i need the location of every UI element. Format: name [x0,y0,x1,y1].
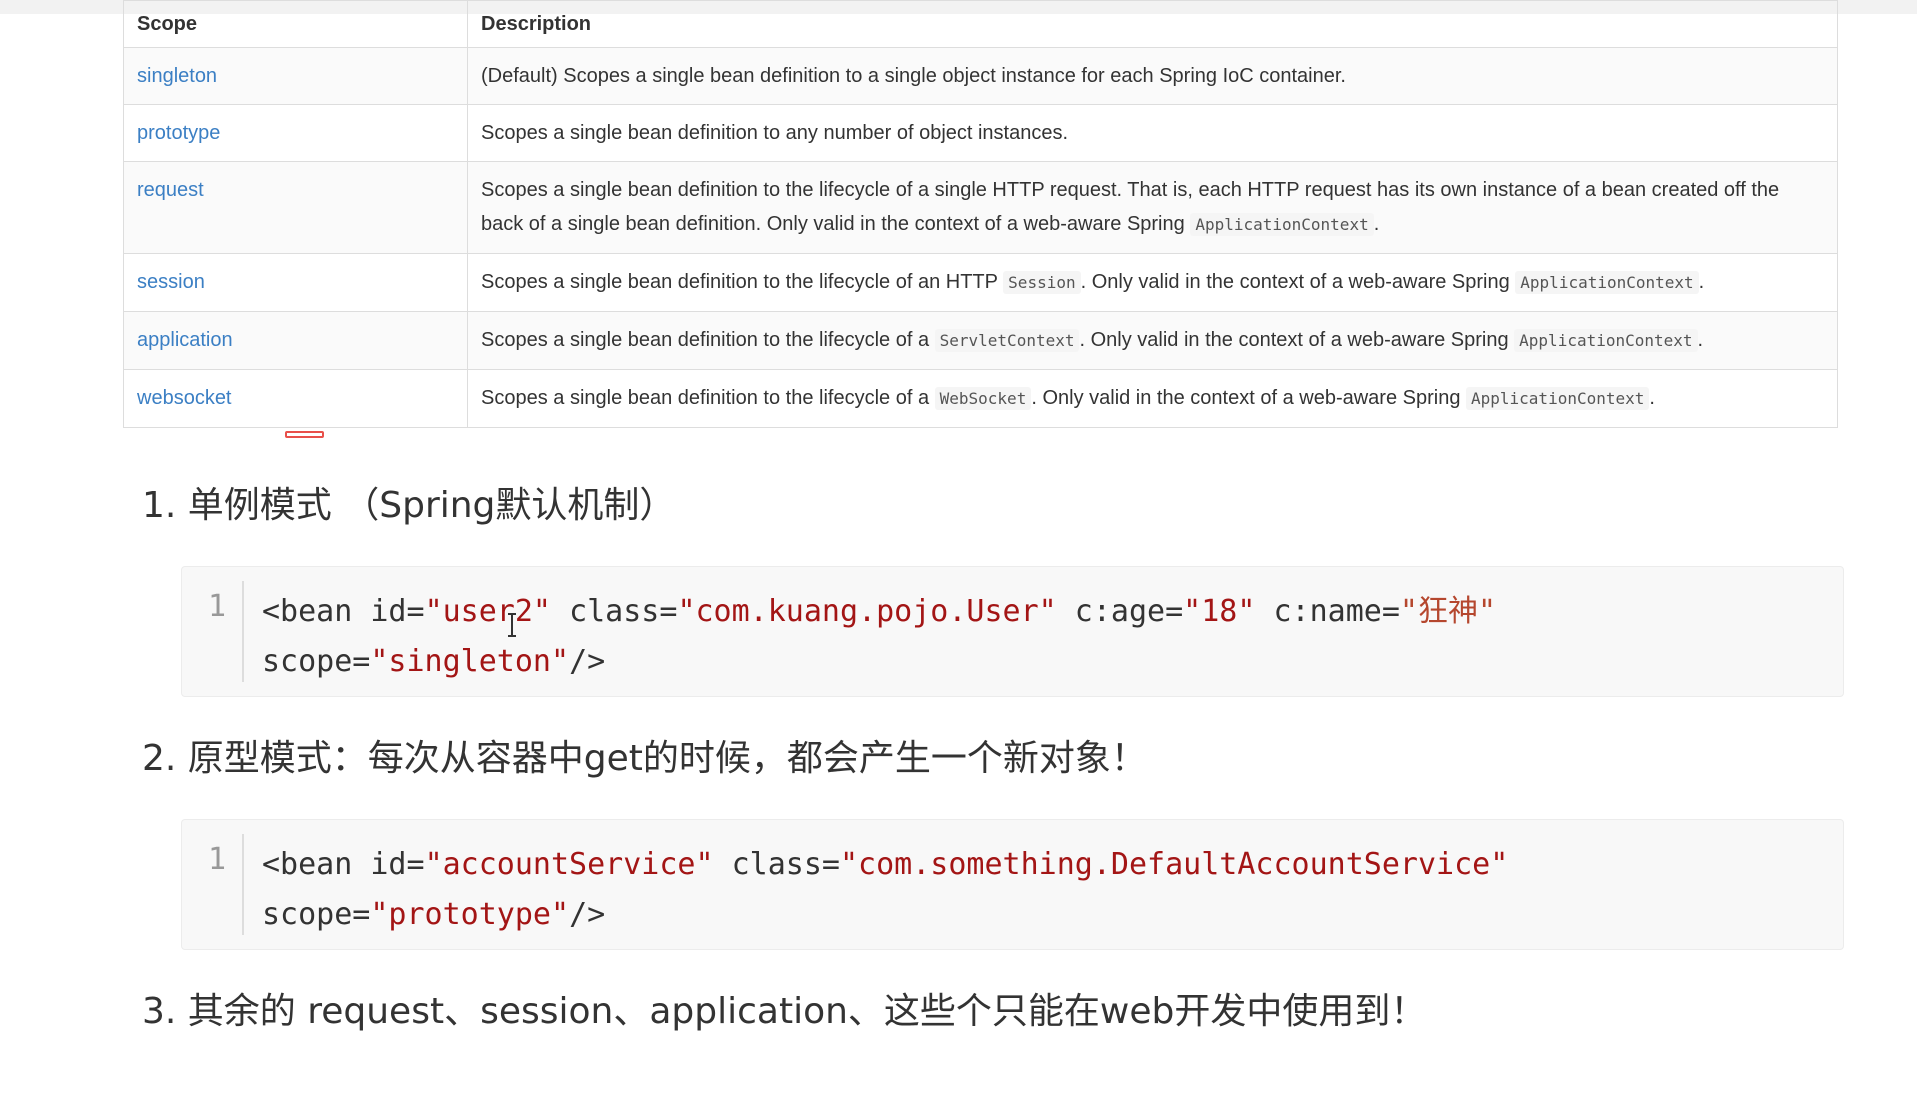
section-heading-other-scopes: 3. 其余的 request、session、application、这些个只能… [142,991,1427,1032]
inline-code: ServletContext [934,329,1080,352]
inline-code: ApplicationContext [1466,387,1650,410]
code-token: id= [370,847,425,882]
code-token: "18" [1183,594,1256,629]
code-token: /> [569,644,606,679]
table-row: prototype Scopes a single bean definition… [123,104,1838,162]
description-text: Scopes a single bean definition to the l… [481,179,1780,235]
code-block-prototype[interactable]: 1 <bean id="accountService" class="com.s… [181,819,1844,950]
code-token: class= [731,847,840,882]
description-text: . [1373,213,1380,235]
scope-description: Scopes a single bean definition to the l… [467,311,1838,370]
code-token: c:age= [1074,594,1184,629]
code-token: "prototype" [370,897,570,932]
bean-scopes-table: Scope Description singleton (Default) Sco… [123,0,1838,428]
scope-description: Scopes a single bean definition to the l… [467,369,1838,428]
scope-description: Scopes a single bean definition to the l… [467,161,1838,254]
scope-link-singleton[interactable]: singleton [123,47,468,105]
description-text: . [1649,387,1655,409]
scope-link-prototype[interactable]: prototype [123,104,468,162]
inline-code: Session [1003,271,1081,294]
section-heading-singleton: 1. 单例模式 （Spring默认机制） [142,485,676,526]
description-text: Scopes a single bean definition to the l… [481,329,935,351]
code-token: <bean [262,594,371,629]
scope-link-application[interactable]: application [123,311,468,370]
section-heading-prototype: 2. 原型模式：每次从容器中get的时候，都会产生一个新对象！ [142,738,1147,779]
table-header-row: Scope Description [123,0,1838,48]
code-text: <bean id="accountService" class="com.som… [262,840,1823,940]
code-token: "accountService" [424,847,714,882]
description-text: (Default) Scopes a single bean definitio… [481,65,1346,87]
description-text: . Only valid in the context of a web-awa… [1079,329,1515,351]
table-row: request Scopes a single bean definition t… [123,161,1838,254]
description-text: . [1698,271,1705,293]
code-token: "com.kuang.pojo.User" [677,594,1057,629]
code-token: scope= [262,644,371,679]
scope-description: (Default) Scopes a single bean definitio… [467,47,1838,105]
inline-code: WebSocket [934,387,1032,410]
table-row: session Scopes a single bean definition t… [123,253,1838,312]
header-scope: Scope [123,0,468,48]
table-row: application Scopes a single bean definiti… [123,311,1838,370]
scope-description: Scopes a single bean definition to any n… [467,104,1838,162]
description-text: Scopes a single bean definition to the l… [481,387,935,409]
description-text: . Only valid in the context of a web-awa… [1080,271,1516,293]
scope-link-websocket[interactable]: websocket [123,369,468,428]
inline-code: ApplicationContext [1190,213,1374,236]
scope-description: Scopes a single bean definition to the l… [467,253,1838,312]
code-token: class= [569,594,678,629]
code-token: /> [569,897,606,932]
line-number: 1 [208,842,227,877]
inline-code: ApplicationContext [1514,329,1698,352]
table-row: singleton (Default) Scopes a single bean … [123,47,1838,105]
description-text: Scopes a single bean definition to the l… [481,271,1004,293]
code-token: "com.something.DefaultAccountService" [839,847,1509,882]
red-marker [285,431,324,438]
text-cursor-icon [508,613,516,637]
header-description: Description [467,0,1838,48]
code-token: c:name= [1273,594,1400,629]
code-token: <bean [262,847,371,882]
code-token: id= [370,594,425,629]
code-token: "singleton" [370,644,570,679]
code-text: <bean id="user2" class="com.kuang.pojo.U… [262,587,1823,687]
line-number: 1 [208,589,227,624]
description-text: . Only valid in the context of a web-awa… [1031,387,1466,409]
scope-link-request[interactable]: request [123,161,468,254]
code-token: scope= [262,897,371,932]
table-row: websocket Scopes a single bean definition… [123,369,1838,428]
code-token: "user2" [424,594,551,629]
description-text: Scopes a single bean definition to any n… [481,122,1069,144]
code-token: "狂神" [1399,594,1497,629]
code-block-singleton[interactable]: 1 <bean id="user2" class="com.kuang.pojo… [181,566,1844,697]
scope-link-session[interactable]: session [123,253,468,312]
inline-code: ApplicationContext [1515,271,1699,294]
description-text: . [1697,329,1704,351]
